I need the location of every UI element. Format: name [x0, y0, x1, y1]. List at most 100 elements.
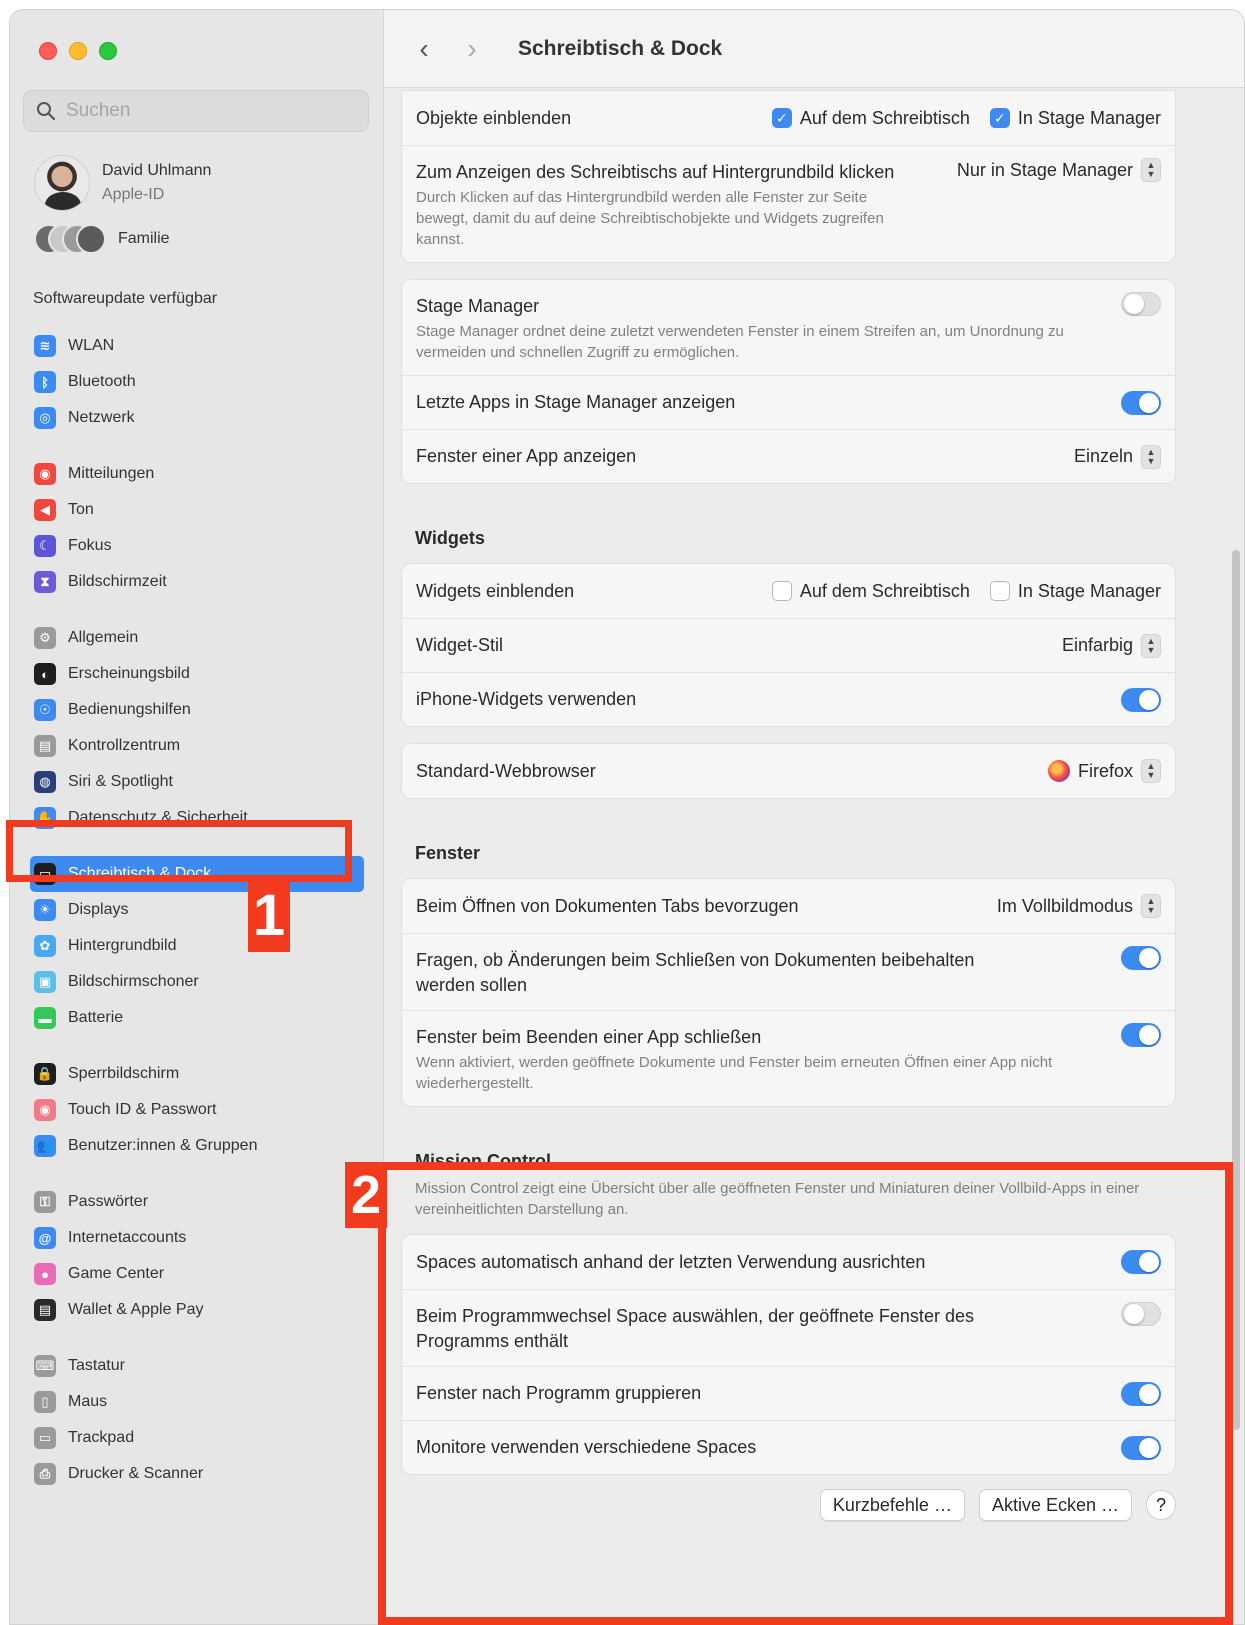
sidebar-item-benutzer-innen-gruppen[interactable]: 👥 Benutzer:innen & Gruppen — [10, 1128, 384, 1164]
show-items-row: Objekte einblenden ✓ Auf dem Schreibtisc… — [402, 91, 1175, 145]
switch-space-toggle[interactable] — [1121, 1302, 1161, 1326]
stage-manager-toggle[interactable] — [1121, 292, 1161, 316]
checkbox-box[interactable]: ✓ — [771, 108, 792, 128]
chevron-updown-icon: ▲ ▼ — [1141, 894, 1161, 918]
search-field[interactable] — [23, 90, 369, 132]
sidebar-item-ton[interactable]: ◀ Ton — [10, 492, 384, 528]
spaces-auto-row: Spaces automatisch anhand der letzten Ve… — [402, 1235, 1175, 1289]
sidebar-item-drucker-scanner[interactable]: ⎙ Drucker & Scanner — [10, 1456, 384, 1492]
sidebar-item-label: Passwörter — [68, 1193, 149, 1210]
hot-corners-button[interactable]: Aktive Ecken … — [978, 1489, 1132, 1521]
checkbox-box[interactable] — [989, 581, 1010, 601]
family-item[interactable]: Familie — [34, 224, 170, 254]
sidebar-item-bedienungshilfen[interactable]: ☉ Bedienungshilfen — [10, 692, 384, 728]
apple-id-profile[interactable]: David Uhlmann Apple-ID — [34, 155, 211, 211]
sidebar-item-allgemein[interactable]: ⚙ Allgemein — [10, 620, 384, 656]
recent-apps-toggle[interactable] — [1121, 390, 1161, 415]
software-update-item[interactable]: Softwareupdate verfügbar — [33, 290, 217, 308]
sidebar-item-batterie[interactable]: ▬ Batterie — [10, 1000, 384, 1036]
sidebar-item-mitteilungen[interactable]: ◉ Mitteilungen — [10, 456, 384, 492]
prefer-tabs-row: Beim Öffnen von Dokumenten Tabs bevorzug… — [402, 879, 1175, 933]
show-items-stage-manager-checkbox[interactable]: ✓ In Stage Manager — [989, 108, 1161, 129]
mouse-icon: ▯ — [34, 1391, 56, 1413]
mission-control-description: Mission Control zeigt eine Übersicht übe… — [415, 1180, 1140, 1218]
back-button[interactable]: ‹ — [414, 33, 434, 65]
sidebar-nav: ≋ WLAN ᛒ Bluetooth ◎ Netzwerk ◉ Mitteilungen ◀ To… — [10, 328, 384, 1512]
separate-spaces-label: Monitore verwenden verschiedene Spaces — [416, 1437, 757, 1457]
click-wallpaper-description: Durch Klicken auf das Hintergrundbild we… — [416, 189, 884, 248]
sidebar-item-siri-spotlight[interactable]: ◍ Siri & Spotlight — [10, 764, 384, 800]
app-windows-select[interactable]: Einzeln ▲ ▼ — [1073, 444, 1161, 469]
scrollbar[interactable] — [1232, 550, 1240, 1430]
show-items-desktop-checkbox[interactable]: ✓ Auf dem Schreibtisch — [771, 108, 970, 129]
checkbox-box[interactable]: ✓ — [989, 108, 1010, 128]
checkbox-box[interactable] — [771, 581, 792, 601]
moon-icon: ☾ — [34, 535, 56, 557]
select-value: Nur in Stage Manager — [956, 159, 1133, 180]
zoom-window-button[interactable] — [99, 42, 117, 60]
sidebar-item-fokus[interactable]: ☾ Fokus — [10, 528, 384, 564]
sidebar-item-datenschutz-sicherheit[interactable]: ✋ Datenschutz & Sicherheit — [10, 800, 384, 836]
select-value: Einzeln — [1073, 446, 1133, 466]
sidebar-item-maus[interactable]: ▯ Maus — [10, 1384, 384, 1420]
select-value: Einfarbig — [1061, 635, 1133, 655]
sidebar-item-schreibtisch-dock[interactable]: ▭ Schreibtisch & Dock — [30, 856, 364, 892]
widgets-card: Widgets einblenden Auf dem Schreibtisch … — [401, 563, 1176, 727]
trackpad-icon: ▭ — [34, 1427, 56, 1449]
sidebar-item-bildschirmschoner[interactable]: ▣ Bildschirmschoner — [10, 964, 384, 1000]
forward-button[interactable]: › — [462, 33, 482, 65]
sidebar-item-game-center[interactable]: ● Game Center — [10, 1256, 384, 1292]
speaker-icon: ◀ — [34, 499, 56, 521]
battery-icon: ▬ — [34, 1007, 56, 1029]
sidebar-item-netzwerk[interactable]: ◎ Netzwerk — [10, 400, 384, 436]
click-wallpaper-select[interactable]: Nur in Stage Manager ▲ ▼ — [957, 158, 1161, 182]
profile-name: David Uhlmann — [102, 162, 212, 179]
help-button[interactable]: ? — [1146, 1490, 1176, 1520]
default-browser-select[interactable]: Firefox ▲ ▼ — [1047, 759, 1161, 783]
sidebar-item-erscheinungsbild[interactable]: ◐ Erscheinungsbild — [10, 656, 384, 692]
sidebar-item-sperrbildschirm[interactable]: 🔒 Sperrbildschirm — [10, 1056, 384, 1092]
sidebar-item-label: Game Center — [68, 1265, 165, 1282]
search-input[interactable] — [66, 100, 346, 122]
group-windows-toggle[interactable] — [1121, 1381, 1161, 1406]
sidebar-item-wlan[interactable]: ≋ WLAN — [10, 328, 384, 364]
annotation-badge-1: 1 — [248, 878, 290, 952]
sidebar-item-bildschirmzeit[interactable]: ⧗ Bildschirmzeit — [10, 564, 384, 600]
globe-icon: ◎ — [34, 407, 56, 429]
sidebar-item-internetaccounts[interactable]: @ Internetaccounts — [10, 1220, 384, 1256]
sidebar-item-tastatur[interactable]: ⌨ Tastatur — [10, 1348, 384, 1384]
widget-style-select[interactable]: Einfarbig ▲ ▼ — [1061, 633, 1161, 658]
sidebar-item-touch-id-passwort[interactable]: ◉ Touch ID & Passwort — [10, 1092, 384, 1128]
sidebar-item-label: Bedienungshilfen — [68, 701, 191, 718]
sidebar-item-passwörter[interactable]: ⚿ Passwörter — [10, 1184, 384, 1220]
iphone-widgets-toggle[interactable] — [1121, 687, 1161, 712]
shortcuts-button[interactable]: Kurzbefehle … — [819, 1489, 965, 1521]
separate-spaces-toggle[interactable] — [1121, 1435, 1161, 1460]
prefer-tabs-select[interactable]: Im Vollbildmodus ▲ ▼ — [997, 894, 1161, 918]
key-icon: ⚿ — [34, 1191, 56, 1213]
widgets-stage-manager-checkbox[interactable]: In Stage Manager — [989, 581, 1161, 602]
sidebar-item-bluetooth[interactable]: ᛒ Bluetooth — [10, 364, 384, 400]
ask-keep-changes-toggle[interactable] — [1121, 946, 1161, 970]
close-windows-toggle[interactable] — [1121, 1023, 1161, 1047]
hand-icon: ✋ — [34, 807, 56, 829]
minimize-window-button[interactable] — [69, 42, 87, 60]
iphone-widgets-row: iPhone-Widgets verwenden — [402, 672, 1175, 726]
select-value: Im Vollbildmodus — [996, 895, 1133, 916]
sidebar-item-trackpad[interactable]: ▭ Trackpad — [10, 1420, 384, 1456]
sidebar-group: ⚿ Passwörter @ Internetaccounts ● Game Center… — [10, 1184, 384, 1328]
spaces-auto-toggle[interactable] — [1121, 1250, 1161, 1274]
close-window-button[interactable] — [39, 42, 57, 60]
windows-card: Beim Öffnen von Dokumenten Tabs bevorzug… — [401, 878, 1176, 1107]
sidebar-item-displays[interactable]: ☀ Displays — [10, 892, 384, 928]
sidebar-item-label: Hintergrundbild — [68, 937, 177, 954]
sidebar-item-label: Bildschirmschoner — [68, 973, 199, 990]
accessibility-icon: ☉ — [34, 699, 56, 721]
sidebar-item-kontrollzentrum[interactable]: ▤ Kontrollzentrum — [10, 728, 384, 764]
sidebar-item-wallet-apple-pay[interactable]: ▤ Wallet & Apple Pay — [10, 1292, 384, 1328]
sidebar-item-hintergrundbild[interactable]: ✿ Hintergrundbild — [10, 928, 384, 964]
footer-buttons: Kurzbefehle … Aktive Ecken … ? — [401, 1475, 1176, 1521]
widget-style-row: Widget-Stil Einfarbig ▲ ▼ — [402, 618, 1175, 672]
widgets-desktop-checkbox[interactable]: Auf dem Schreibtisch — [771, 581, 970, 602]
page-title: Schreibtisch & Dock — [518, 36, 723, 60]
